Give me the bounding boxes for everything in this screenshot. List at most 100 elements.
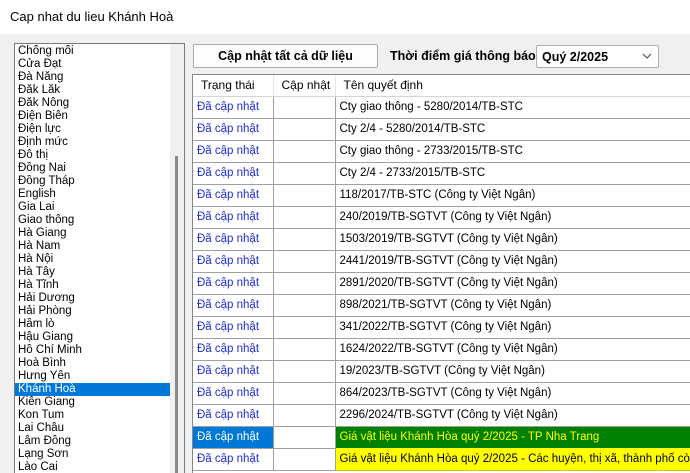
- decision-cell[interactable]: 2296/2024/TB-SGTVT (Công ty Việt Ngân): [335, 404, 690, 427]
- update-cell[interactable]: [273, 360, 336, 383]
- decision-cell[interactable]: Cty 2/4 - 5280/2014/TB-STC: [335, 118, 690, 141]
- decision-cell[interactable]: 2891/2020/TB-SGTVT (Công ty Việt Ngân): [335, 272, 690, 295]
- scrollbar-thumb[interactable]: [175, 156, 178, 473]
- table-row[interactable]: Đã cập nhật Cty giao thông - 2733/2015/TB…: [193, 140, 690, 163]
- province-list-item[interactable]: Khánh Hoà: [15, 383, 171, 396]
- province-list-item[interactable]: Hải Phòng: [15, 305, 171, 318]
- table-row[interactable]: Đã cập nhật 2891/2020/TB-SGTVT (Công ty V…: [193, 272, 690, 295]
- province-list-item[interactable]: Điện lực: [15, 123, 171, 136]
- update-cell[interactable]: [273, 382, 336, 405]
- update-cell[interactable]: [273, 294, 336, 317]
- province-list-item[interactable]: Hà Nội: [15, 253, 171, 266]
- update-cell[interactable]: [273, 184, 336, 207]
- province-list-item[interactable]: Đồng Nai: [15, 162, 171, 175]
- status-cell[interactable]: Đã cập nhật: [193, 448, 274, 471]
- province-list-item[interactable]: Hà Tĩnh: [15, 279, 171, 292]
- decision-cell[interactable]: 240/2019/TB-SGTVT (Công ty Việt Ngân): [335, 206, 690, 229]
- province-list-item[interactable]: English: [15, 188, 171, 201]
- province-list-item[interactable]: Lạng Sơn: [15, 448, 171, 461]
- province-list-item[interactable]: Giao thông: [15, 214, 171, 227]
- province-list-item[interactable]: Hải Dương: [15, 292, 171, 305]
- province-list-item[interactable]: Đắk Lắk: [15, 84, 171, 97]
- status-cell[interactable]: Đã cập nhật: [193, 140, 274, 163]
- status-cell[interactable]: Đã cập nhật: [193, 272, 274, 295]
- province-list-item[interactable]: Lào Cai: [15, 461, 171, 473]
- decision-cell[interactable]: Cty 2/4 - 2733/2015/TB-STC: [335, 162, 690, 185]
- status-cell[interactable]: Đã cập nhật: [193, 250, 274, 273]
- decision-cell[interactable]: Giá vật liệu Khánh Hòa quý 2/2025 - Các …: [334, 447, 690, 471]
- status-cell[interactable]: Đã cập nhật: [193, 360, 274, 383]
- column-header-decision[interactable]: Tên quyết định: [335, 75, 690, 97]
- status-cell[interactable]: Đã cập nhật: [193, 96, 274, 119]
- status-cell[interactable]: Đã cập nhật: [193, 184, 274, 207]
- decision-cell[interactable]: 118/2017/TB-STC (Công ty Việt Ngân): [335, 184, 690, 207]
- table-row[interactable]: Đã cập nhật 19/2023/TB-SGTVT (Công ty Việ…: [193, 360, 690, 383]
- table-row[interactable]: Đã cập nhật Cty giao thông - 5280/2014/TB…: [193, 96, 690, 119]
- update-cell[interactable]: [273, 206, 336, 229]
- province-list-item[interactable]: Đà Nẵng: [15, 71, 171, 84]
- update-cell[interactable]: [273, 404, 336, 427]
- table-row[interactable]: Đã cập nhật 1624/2022/TB-SGTVT (Công ty V…: [193, 338, 690, 361]
- update-cell[interactable]: [273, 118, 336, 141]
- update-cell[interactable]: [273, 140, 336, 163]
- province-list-item[interactable]: Hầm lò: [15, 318, 171, 331]
- status-cell[interactable]: Đã cập nhật: [193, 206, 274, 229]
- update-cell[interactable]: [273, 228, 336, 251]
- province-list-item[interactable]: Điện Biên: [15, 110, 171, 123]
- table-row[interactable]: Đã cập nhật 240/2019/TB-SGTVT (Công ty Vi…: [193, 206, 690, 229]
- table-row[interactable]: Đã cập nhật 864/2023/TB-SGTVT (Công ty Vi…: [193, 382, 690, 405]
- province-list-item[interactable]: Định mức: [15, 136, 171, 149]
- status-cell[interactable]: Đã cập nhật: [193, 426, 274, 449]
- update-cell[interactable]: [273, 316, 336, 339]
- province-list-item[interactable]: Đô thị: [15, 149, 171, 162]
- province-list-item[interactable]: Kiên Giang: [15, 396, 171, 409]
- update-cell[interactable]: [273, 338, 336, 361]
- province-list[interactable]: Chống mối Cửa Đạt Đà Nẵng Đắk Lắk Đăk Nông Đi…: [14, 43, 185, 473]
- decision-cell[interactable]: 1503/2019/TB-SGTVT (Công ty Việt Ngân): [335, 228, 690, 251]
- province-list-item[interactable]: Hà Nam: [15, 240, 171, 253]
- status-cell[interactable]: Đã cập nhật: [193, 228, 274, 251]
- status-cell[interactable]: Đã cập nhật: [193, 316, 274, 339]
- province-list-item[interactable]: Đăk Nông: [15, 97, 171, 110]
- province-list-item[interactable]: Hậu Giang: [15, 331, 171, 344]
- update-cell[interactable]: [273, 162, 336, 185]
- province-list-item[interactable]: Kon Tum: [15, 409, 171, 422]
- update-cell[interactable]: [273, 96, 336, 119]
- decision-cell[interactable]: 1624/2022/TB-SGTVT (Công ty Việt Ngân): [335, 338, 690, 361]
- decision-cell[interactable]: Cty giao thông - 2733/2015/TB-STC: [335, 140, 690, 163]
- decision-cell[interactable]: 19/2023/TB-SGTVT (Công ty Việt Ngân): [335, 360, 690, 383]
- period-select[interactable]: Quý 2/2025: [536, 45, 659, 68]
- table-row[interactable]: Đã cập nhật 118/2017/TB-STC (Công ty Việt…: [193, 184, 690, 207]
- province-list-item[interactable]: Lai Châu: [15, 422, 171, 435]
- decision-grid[interactable]: Trạng thái Cập nhật Tên quyết định Đã cậ…: [192, 74, 690, 473]
- table-row[interactable]: Đã cập nhật Giá vật liệu Khánh Hòa quý 2/…: [193, 425, 690, 449]
- province-list-item[interactable]: Cửa Đạt: [15, 58, 171, 71]
- province-list-item[interactable]: Hà Tây: [15, 266, 171, 279]
- province-list-item[interactable]: Hồ Chí Minh: [15, 344, 171, 357]
- table-row[interactable]: Đã cập nhật Cty 2/4 - 2733/2015/TB-STC: [193, 162, 690, 185]
- table-row[interactable]: Đã cập nhật 2296/2024/TB-SGTVT (Công ty V…: [193, 404, 690, 427]
- province-list-item[interactable]: Đồng Tháp: [15, 175, 171, 188]
- province-list-item[interactable]: Chống mối: [15, 45, 171, 58]
- table-row[interactable]: Đã cập nhật 341/2022/TB-SGTVT (Công ty Vi…: [193, 316, 690, 339]
- column-header-status[interactable]: Trạng thái: [193, 75, 274, 97]
- table-row[interactable]: Đã cập nhật Giá vật liệu Khánh Hòa quý 2/…: [193, 447, 690, 471]
- province-list-item[interactable]: Hoà Bình: [15, 357, 171, 370]
- province-list-item[interactable]: Hà Giang: [15, 227, 171, 240]
- update-cell[interactable]: [273, 448, 336, 471]
- province-list-scrollbar[interactable]: [170, 44, 184, 473]
- table-row[interactable]: Đã cập nhật 2441/2019/TB-SGTVT (Công ty V…: [193, 250, 690, 273]
- status-cell[interactable]: Đã cập nhật: [193, 162, 274, 185]
- status-cell[interactable]: Đã cập nhật: [193, 338, 274, 361]
- decision-cell[interactable]: 2441/2019/TB-SGTVT (Công ty Việt Ngân): [335, 250, 690, 273]
- table-row[interactable]: Đã cập nhật 898/2021/TB-SGTVT (Công ty Vi…: [193, 294, 690, 317]
- decision-cell[interactable]: 864/2023/TB-SGTVT (Công ty Việt Ngân): [335, 382, 690, 405]
- table-row[interactable]: Đã cập nhật Cty 2/4 - 5280/2014/TB-STC: [193, 118, 690, 141]
- decision-cell[interactable]: Cty giao thông - 5280/2014/TB-STC: [335, 96, 690, 119]
- column-header-update[interactable]: Cập nhật: [273, 75, 336, 97]
- status-cell[interactable]: Đã cập nhật: [193, 404, 274, 427]
- update-cell[interactable]: [273, 250, 336, 273]
- province-list-item[interactable]: Gia Lai: [15, 201, 171, 214]
- status-cell[interactable]: Đã cập nhật: [193, 118, 274, 141]
- decision-cell[interactable]: 898/2021/TB-SGTVT (Công ty Việt Ngân): [335, 294, 690, 317]
